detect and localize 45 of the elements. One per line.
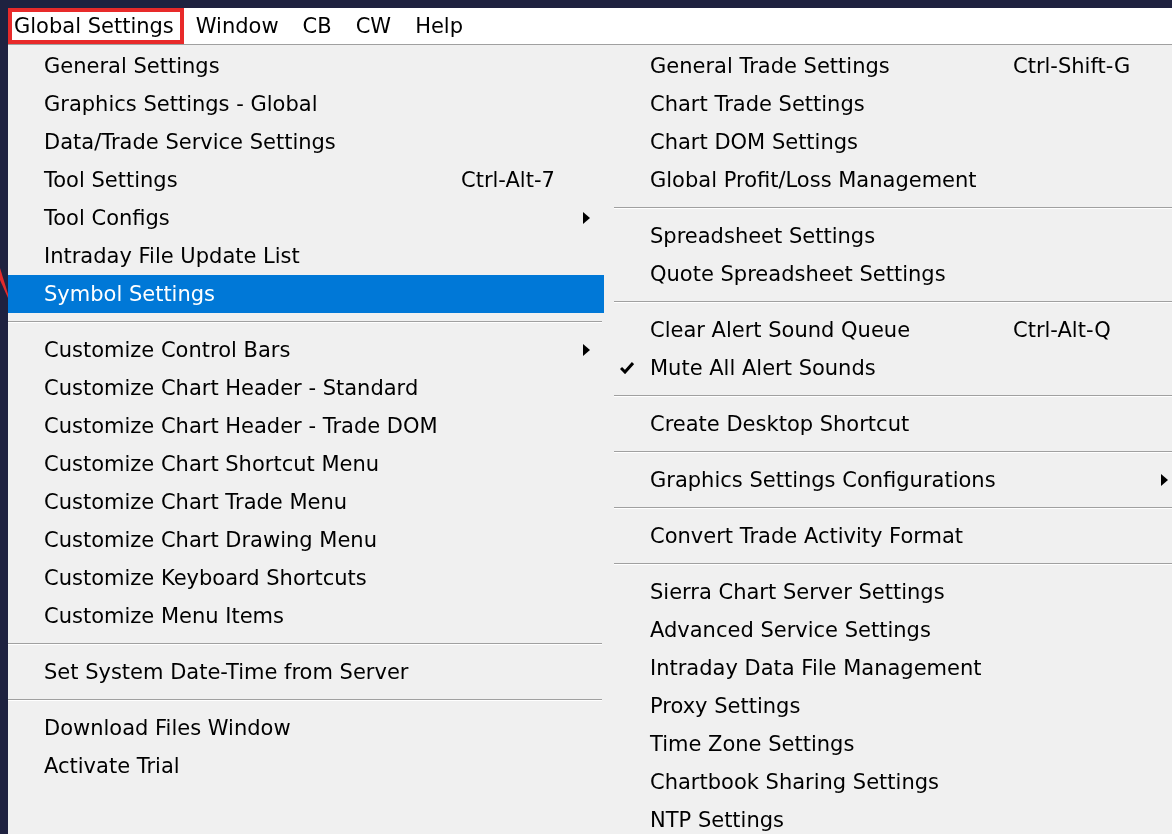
shortcut-label: Ctrl-Alt-Q (1013, 318, 1111, 342)
menu-item[interactable]: Convert Trade Activity Format (604, 517, 1172, 555)
menu-item[interactable]: Chart DOM Settings (604, 123, 1172, 161)
menu-item[interactable]: Graphics Settings Configurations (604, 461, 1172, 499)
menu-item[interactable]: Symbol Settings (8, 275, 604, 313)
menu-item[interactable]: Tool Settings Ctrl-Alt-7 (8, 161, 604, 199)
menu-item[interactable]: Spreadsheet Settings (604, 217, 1172, 255)
menu-item[interactable]: Data/Trade Service Settings (8, 123, 604, 161)
menu-item[interactable]: Advanced Service Settings (604, 611, 1172, 649)
menu-item[interactable]: Customize Control Bars (8, 331, 604, 369)
menu-item[interactable]: Clear Alert Sound Queue Ctrl-Alt-Q (604, 311, 1172, 349)
menu-item[interactable]: Quote Spreadsheet Settings (604, 255, 1172, 293)
menu-item[interactable]: Customize Chart Shortcut Menu (8, 445, 604, 483)
menu-item[interactable]: Customize Chart Header - Trade DOM (8, 407, 604, 445)
menu-item[interactable]: Set System Date-Time from Server (8, 653, 604, 691)
menu-item[interactable]: Intraday Data File Management (604, 649, 1172, 687)
menu-item[interactable]: Mute All Alert Sounds (604, 349, 1172, 387)
menu-bar-item[interactable]: CW (343, 8, 404, 44)
menu-item[interactable]: Download Files Window (8, 709, 604, 747)
menu-bar-item[interactable]: CB (290, 8, 344, 44)
menu-item[interactable]: Time Zone Settings (604, 725, 1172, 763)
menu-item[interactable]: Proxy Settings (604, 687, 1172, 725)
annotation-arrow (0, 268, 8, 298)
menu-bar-item[interactable]: Global Settings (8, 8, 184, 44)
menu-item[interactable]: NTP Settings (604, 801, 1172, 834)
menu-item[interactable]: Tool Configs (8, 199, 604, 237)
menu-item[interactable]: Customize Menu Items (8, 597, 604, 635)
menu-item[interactable]: Activate Trial (8, 747, 604, 785)
menu-item[interactable]: General Trade Settings Ctrl-Shift-G (604, 47, 1172, 85)
menu-item[interactable]: Chart Trade Settings (604, 85, 1172, 123)
menu-item[interactable]: Sierra Chart Server Settings (604, 573, 1172, 611)
menu-item[interactable]: Intraday File Update List (8, 237, 604, 275)
menu-item[interactable]: Global Profit/Loss Management (604, 161, 1172, 199)
menu-bar-item[interactable]: Window (183, 8, 291, 44)
shortcut-label: Ctrl-Shift-G (1013, 54, 1131, 78)
menu-item[interactable]: Create Desktop Shortcut (604, 405, 1172, 443)
shortcut-label: Ctrl-Alt-7 (461, 168, 555, 192)
menu-bar-item[interactable]: Help (403, 8, 475, 44)
menu-item[interactable]: General Settings (8, 47, 604, 85)
menu-item[interactable]: Customize Keyboard Shortcuts (8, 559, 604, 597)
menu-item[interactable]: Chartbook Sharing Settings (604, 763, 1172, 801)
menu-item[interactable]: Graphics Settings - Global (8, 85, 604, 123)
menu-item[interactable]: Customize Chart Header - Standard (8, 369, 604, 407)
menu-item[interactable]: Customize Chart Drawing Menu (8, 521, 604, 559)
menu-item[interactable]: Customize Chart Trade Menu (8, 483, 604, 521)
